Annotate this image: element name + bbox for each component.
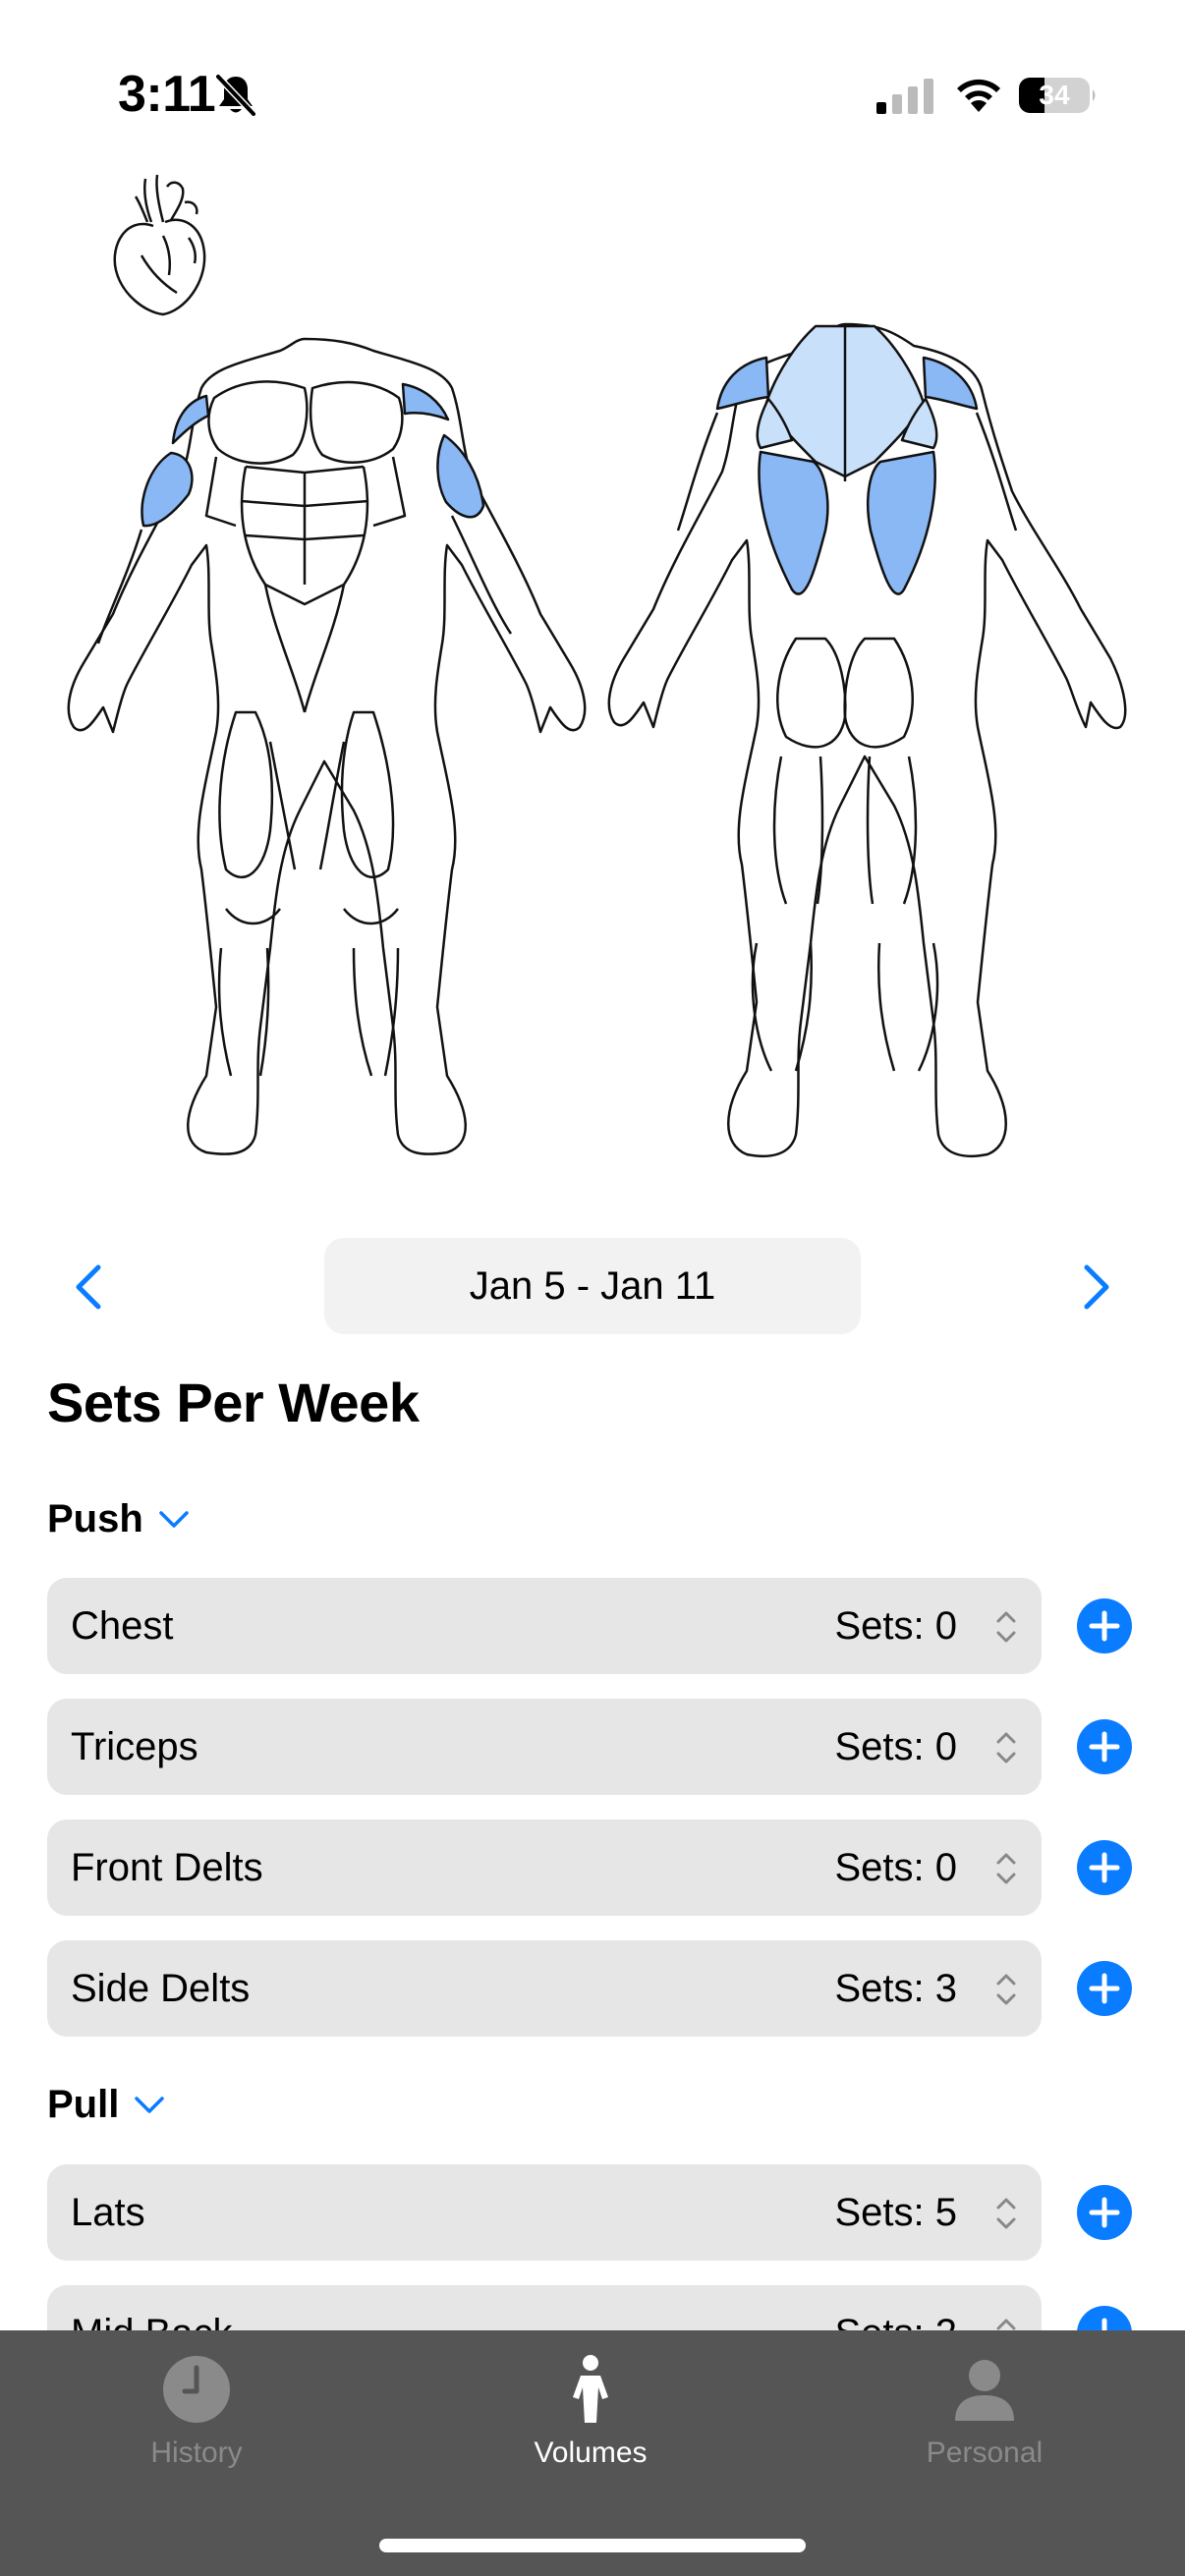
heart-icon[interactable] <box>106 167 214 319</box>
body-front-diagram[interactable] <box>59 319 590 1179</box>
next-week-button[interactable] <box>1065 1258 1124 1316</box>
plus-icon <box>1089 1610 1120 1642</box>
plus-icon <box>1089 1852 1120 1883</box>
stepper-icon[interactable] <box>992 2194 1020 2233</box>
add-set-button-triceps[interactable] <box>1077 1719 1132 1774</box>
tab-label: Personal <box>926 2436 1044 2469</box>
sets-count: Sets: 3 <box>834 1967 957 2010</box>
muscle-row-chest[interactable]: Chest Sets: 0 <box>47 1578 1042 1674</box>
person-icon <box>573 2355 608 2423</box>
tab-history[interactable]: History <box>49 2330 344 2488</box>
muscle-row-triceps[interactable]: Triceps Sets: 0 <box>47 1699 1042 1795</box>
muscle-name: Triceps <box>71 1725 198 1768</box>
add-set-button-lats[interactable] <box>1077 2185 1132 2240</box>
group-name: Push <box>47 1497 143 1540</box>
cellular-signal-icon <box>876 79 933 114</box>
muscle-name: Chest <box>71 1604 174 1648</box>
muscle-name: Side Delts <box>71 1967 251 2010</box>
previous-week-button[interactable] <box>61 1258 120 1316</box>
group-header-push[interactable]: Push <box>47 1497 191 1541</box>
sets-count: Sets: 0 <box>834 1604 957 1648</box>
group-name: Pull <box>47 2083 120 2126</box>
tab-label: History <box>150 2436 243 2469</box>
status-bar: 3:11 34 <box>0 0 1185 187</box>
clock-icon <box>163 2356 230 2423</box>
tab-label: Volumes <box>534 2436 648 2469</box>
chevron-down-icon <box>135 2096 165 2113</box>
plus-icon <box>1089 1973 1120 2004</box>
body-back-diagram[interactable] <box>599 314 1130 1179</box>
week-range-picker[interactable]: Jan 5 - Jan 11 <box>324 1238 861 1334</box>
wifi-icon <box>957 79 1000 112</box>
sets-count: Sets: 5 <box>834 2191 957 2234</box>
home-indicator <box>379 2539 806 2552</box>
battery-icon: 34 <box>1018 76 1099 115</box>
profile-icon <box>955 2360 1014 2421</box>
status-time: 3:11 <box>118 66 216 123</box>
bell-off-icon <box>215 74 256 117</box>
stepper-icon[interactable] <box>992 1849 1020 1888</box>
plus-icon <box>1089 2197 1120 2228</box>
stepper-icon[interactable] <box>992 1728 1020 1767</box>
stepper-icon[interactable] <box>992 1607 1020 1647</box>
battery-level: 34 <box>1039 80 1070 110</box>
add-set-button-side-delts[interactable] <box>1077 1961 1132 2016</box>
add-set-button-chest[interactable] <box>1077 1598 1132 1653</box>
sets-count: Sets: 0 <box>834 1725 957 1768</box>
add-set-button-front-delts[interactable] <box>1077 1840 1132 1895</box>
chevron-down-icon <box>159 1510 189 1528</box>
group-header-pull[interactable]: Pull <box>47 2083 166 2127</box>
section-title: Sets Per Week <box>47 1372 420 1433</box>
stepper-icon[interactable] <box>992 1970 1020 2009</box>
muscle-row-front-delts[interactable]: Front Delts Sets: 0 <box>47 1820 1042 1916</box>
muscle-name: Front Delts <box>71 1846 263 1889</box>
muscle-name: Lats <box>71 2191 145 2234</box>
plus-icon <box>1089 1731 1120 1763</box>
muscle-row-lats[interactable]: Lats Sets: 5 <box>47 2164 1042 2261</box>
tab-personal[interactable]: Personal <box>837 2330 1132 2488</box>
muscle-row-side-delts[interactable]: Side Delts Sets: 3 <box>47 1940 1042 2037</box>
sets-count: Sets: 0 <box>834 1846 957 1889</box>
tab-volumes[interactable]: Volumes <box>443 2330 738 2488</box>
